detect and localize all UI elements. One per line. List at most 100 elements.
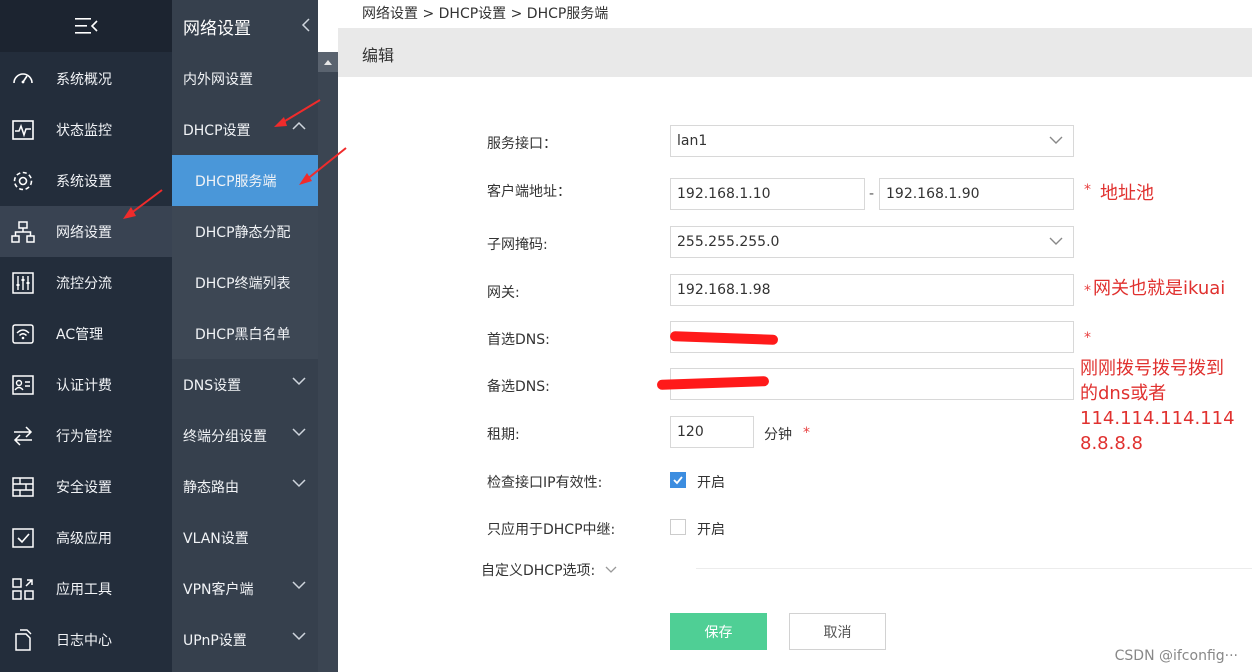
annotation-dns-line: 8.8.8.8: [1080, 433, 1143, 454]
subnav-item-label: UPnP设置: [183, 632, 247, 649]
subnav-item-vpn-client[interactable]: VPN客户端: [172, 563, 318, 614]
sidebar-item-label: 系统设置: [56, 173, 112, 190]
section-divider: [696, 568, 1252, 569]
sidebar-item-behavior[interactable]: 行为管控: [0, 410, 172, 461]
lease-unit: 分钟: [764, 427, 792, 443]
dashboard-icon: [10, 66, 36, 92]
gear-icon: [10, 168, 36, 194]
lease-input[interactable]: 120: [670, 416, 754, 448]
dns2-label: 备选DNS:: [487, 379, 550, 395]
subnav-item-label: DHCP终端列表: [195, 275, 291, 292]
client-end-input[interactable]: 192.168.1.90: [879, 178, 1074, 210]
triangle-up-icon: [324, 60, 332, 65]
monitor-icon: [10, 117, 36, 143]
sidebar-item-label: AC管理: [56, 326, 104, 343]
firewall-icon: [10, 474, 36, 500]
relay-text: 开启: [697, 522, 725, 538]
iface-select[interactable]: lan1: [670, 125, 1074, 157]
sidebar-item-label: 流控分流: [56, 275, 112, 292]
subnav-item-upnp[interactable]: UPnP设置: [172, 614, 318, 665]
annotation-arrow-icon: [274, 99, 321, 127]
cancel-button[interactable]: 取消: [789, 613, 886, 650]
required-mark: *: [803, 425, 810, 441]
subnav-item-static-route[interactable]: 静态路由: [172, 461, 318, 512]
custom-options-label: 自定义DHCP选项:: [481, 563, 596, 579]
page-title: 编辑: [362, 46, 395, 65]
sidebar-item-label: 高级应用: [56, 530, 112, 547]
relay-checkbox[interactable]: [670, 519, 686, 535]
subnav-item-label: DHCP静态分配: [195, 224, 291, 241]
sidebar-item-label: 行为管控: [56, 428, 112, 445]
required-mark: *: [1084, 330, 1091, 346]
sidebar-item-status[interactable]: 状态监控: [0, 104, 172, 155]
subnav-item-label: 静态路由: [183, 479, 239, 496]
sidebar-item-advanced[interactable]: 高级应用: [0, 512, 172, 563]
tools-icon: [10, 576, 36, 602]
sidebar-item-auth[interactable]: 认证计费: [0, 359, 172, 410]
chevron-down-icon: [292, 377, 306, 386]
chevron-down-icon: [1049, 237, 1063, 245]
annotation-arrow-icon: [299, 147, 347, 185]
sidebar-item-flow-control[interactable]: 流控分流: [0, 257, 172, 308]
network-icon: [10, 219, 36, 245]
sidebar-item-security[interactable]: 安全设置: [0, 461, 172, 512]
subnav-title: 网络设置: [183, 18, 251, 39]
subnav-item-dhcp-clients[interactable]: DHCP终端列表: [172, 257, 318, 308]
dns1-label: 首选DNS:: [487, 332, 550, 348]
annotation-arrow-icon: [123, 189, 163, 219]
checkmark-icon: [673, 476, 683, 485]
log-icon: [10, 627, 36, 653]
subnav-item-label: VLAN设置: [183, 530, 249, 547]
breadcrumb: 网络设置 > DHCP设置 > DHCP服务端: [362, 6, 609, 22]
sidebar-item-overview[interactable]: 系统概况: [0, 53, 172, 104]
sidebar-item-logs[interactable]: 日志中心: [0, 614, 172, 665]
mask-select[interactable]: 255.255.255.0: [670, 226, 1074, 258]
menu-collapse-button[interactable]: [0, 0, 172, 52]
primary-sidebar: 系统概况 状态监控 系统设置 网络设置 流控分流 AC管理 认证计费 行为管控 …: [0, 0, 172, 672]
subnav-item-label: 终端分组设置: [183, 428, 267, 445]
client-start-input[interactable]: 192.168.1.10: [670, 178, 865, 210]
check-ip-label: 检查接口IP有效性:: [487, 475, 603, 491]
gateway-label: 网关:: [487, 285, 520, 301]
check-ip-text: 开启: [697, 475, 725, 491]
required-mark: *: [1084, 182, 1091, 198]
subnav-item-label: 内外网设置: [183, 71, 253, 88]
sidebar-item-label: 日志中心: [56, 632, 112, 649]
subnav-item-dns[interactable]: DNS设置: [172, 359, 318, 410]
subnav-item-terminal-group[interactable]: 终端分组设置: [172, 410, 318, 461]
lease-label: 租期:: [487, 427, 520, 443]
chevron-down-icon: [292, 428, 306, 437]
annotation-dns-line: 114.114.114.114: [1080, 408, 1235, 429]
subnav-item-label: VPN客户端: [183, 581, 254, 598]
user-card-icon: [10, 372, 36, 398]
subnav-item-dhcp-blackwhite[interactable]: DHCP黑白名单: [172, 308, 318, 359]
custom-options-toggle[interactable]: 自定义DHCP选项:: [481, 560, 617, 580]
chevron-down-icon: [292, 632, 306, 641]
sidebar-item-ac[interactable]: AC管理: [0, 308, 172, 359]
sidebar-item-tools[interactable]: 应用工具: [0, 563, 172, 614]
subnav-item-label: DHCP设置: [183, 122, 251, 139]
required-mark: *: [1084, 283, 1091, 299]
check-ip-checkbox[interactable]: [670, 472, 686, 488]
wifi-icon: [10, 321, 36, 347]
sidebar-item-label: 状态监控: [56, 122, 112, 139]
range-separator: -: [869, 186, 875, 202]
subnav-header: 网络设置: [172, 0, 318, 52]
mask-value: 255.255.255.0: [677, 234, 780, 250]
subnav-item-vlan[interactable]: VLAN设置: [172, 512, 318, 563]
sidebar-item-label: 应用工具: [56, 581, 112, 598]
annotation-gateway: 网关也就是ikuai: [1093, 278, 1226, 299]
collapse-left-icon[interactable]: [294, 17, 318, 36]
scroll-up-button[interactable]: [318, 52, 338, 72]
sliders-icon: [10, 270, 36, 296]
sidebar-item-label: 认证计费: [56, 377, 112, 394]
gateway-input[interactable]: 192.168.1.98: [670, 274, 1074, 306]
subnav-item-label: DNS设置: [183, 377, 242, 394]
save-button[interactable]: 保存: [670, 613, 767, 650]
annotation-dns: 刚刚拨号拨号拨到 的dns或者 114.114.114.114 8.8.8.8: [1080, 356, 1235, 456]
mask-label: 子网掩码:: [487, 237, 548, 253]
chevron-down-icon: [292, 581, 306, 590]
sidebar-item-label: 安全设置: [56, 479, 112, 496]
subnav-item-dhcp-static[interactable]: DHCP静态分配: [172, 206, 318, 257]
chevron-down-icon: [292, 479, 306, 488]
